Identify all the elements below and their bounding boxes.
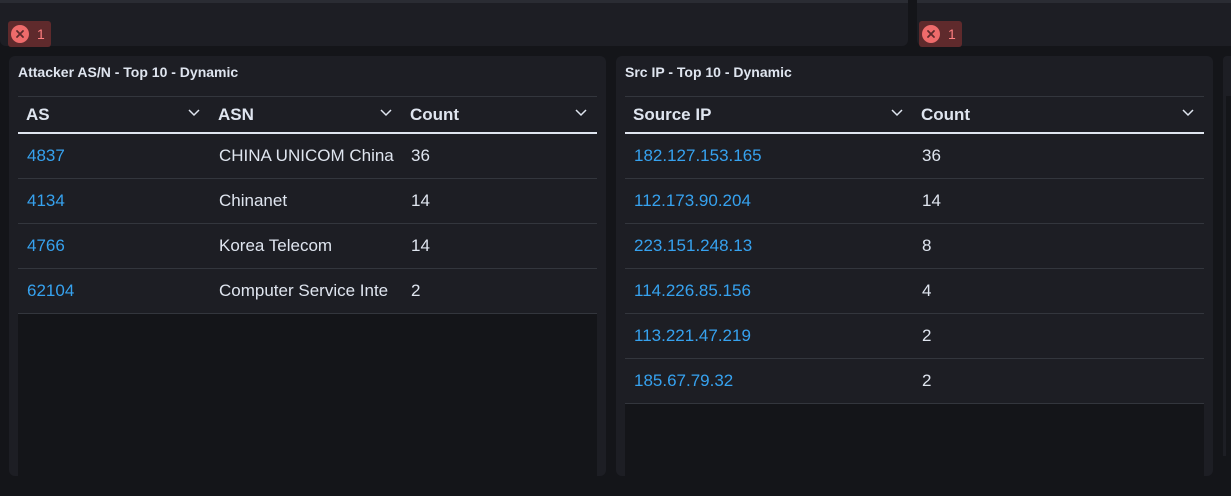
table-row: 113.221.47.219 2 (625, 314, 1204, 359)
error-count: 1 (948, 26, 956, 42)
source-ip-link[interactable]: 185.67.79.32 (625, 359, 913, 403)
asn-cell: Computer Service Inte (219, 281, 389, 300)
count-cell: 36 (922, 146, 941, 165)
chevron-down-icon[interactable] (380, 109, 392, 117)
next-panel-edge (1223, 56, 1231, 456)
table-row: 185.67.79.32 2 (625, 359, 1204, 404)
count-cell: 36 (411, 146, 430, 165)
table-row: 4134 Chinanet 14 (18, 179, 597, 224)
count-cell: 4 (922, 281, 932, 300)
error-badge[interactable]: 1 (919, 21, 962, 47)
table-row: 4766 Korea Telecom 14 (18, 224, 597, 269)
count-cell: 2 (411, 281, 421, 300)
top-panel-left: 1 (0, 0, 908, 47)
source-ip-link[interactable]: 223.151.248.13 (625, 224, 913, 268)
next-panel-table-edge (1226, 96, 1231, 456)
chevron-down-icon[interactable] (1182, 109, 1194, 117)
table-row: 114.226.85.156 4 (625, 269, 1204, 314)
column-header-count[interactable]: Count (402, 97, 597, 133)
table-row: 223.151.248.13 8 (625, 224, 1204, 269)
src-ip-panel: Src IP - Top 10 - Dynamic Source IP Coun… (616, 56, 1213, 496)
chevron-down-icon[interactable] (188, 109, 200, 117)
column-header-asn[interactable]: ASN (210, 97, 402, 133)
top-panel-right: 1 (917, 0, 1231, 47)
source-ip-link[interactable]: 182.127.153.165 (625, 134, 913, 178)
error-circle-icon (922, 25, 940, 43)
attacker-asn-panel: Attacker AS/N - Top 10 - Dynamic AS ASN … (9, 56, 606, 496)
chevron-down-icon[interactable] (575, 109, 587, 117)
panel-title: Attacker AS/N - Top 10 - Dynamic (18, 64, 239, 80)
as-link[interactable]: 62104 (18, 269, 210, 313)
error-badge[interactable]: 1 (8, 21, 51, 47)
as-link[interactable]: 4837 (18, 134, 210, 178)
count-cell: 2 (922, 371, 932, 390)
count-cell: 8 (922, 236, 932, 255)
column-header-count[interactable]: Count (913, 97, 1204, 133)
as-link[interactable]: 4134 (18, 179, 210, 223)
source-ip-link[interactable]: 112.173.90.204 (625, 179, 913, 223)
error-circle-icon (11, 25, 29, 43)
table-row: 182.127.153.165 36 (625, 134, 1204, 179)
table-row: 62104 Computer Service Inte 2 (18, 269, 597, 314)
error-count: 1 (37, 26, 45, 42)
source-ip-link[interactable]: 113.221.47.219 (625, 314, 913, 358)
asn-cell: Korea Telecom (219, 236, 333, 255)
count-cell: 14 (922, 191, 941, 210)
asn-cell: CHINA UNICOM China (219, 146, 394, 165)
src-ip-table: Source IP Count 182.127.153.165 36 112.1… (625, 96, 1204, 496)
column-header-as[interactable]: AS (18, 97, 210, 133)
count-cell: 14 (411, 236, 430, 255)
table-row: 4837 CHINA UNICOM China 36 (18, 134, 597, 179)
count-cell: 2 (922, 326, 932, 345)
as-link[interactable]: 4766 (18, 224, 210, 268)
source-ip-link[interactable]: 114.226.85.156 (625, 269, 913, 313)
panel-title: Src IP - Top 10 - Dynamic (625, 64, 792, 80)
chevron-down-icon[interactable] (891, 109, 903, 117)
table-row: 112.173.90.204 14 (625, 179, 1204, 224)
table-header: AS ASN Count (18, 96, 597, 134)
asn-cell: Chinanet (219, 191, 288, 210)
asn-table: AS ASN Count 4837 CHINA UNICOM China 36 … (18, 96, 597, 496)
table-header: Source IP Count (625, 96, 1204, 134)
count-cell: 14 (411, 191, 430, 210)
column-header-source-ip[interactable]: Source IP (625, 97, 913, 133)
